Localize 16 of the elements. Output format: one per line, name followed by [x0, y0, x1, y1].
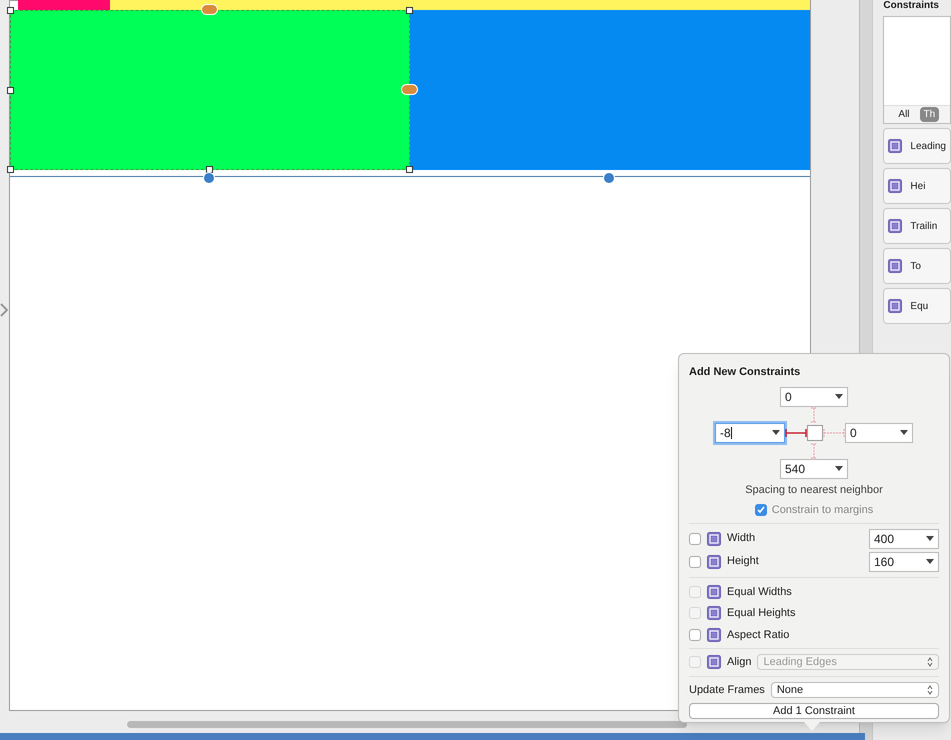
constraint-label: Aspect Ratio: [727, 628, 790, 642]
constraint-label: Trailin: [910, 220, 938, 234]
constraint-label: Leading: [910, 140, 946, 154]
constraint-label: Equal Heights: [727, 606, 796, 621]
constraint-label: Hei: [910, 180, 926, 194]
constraint-label: To: [910, 260, 921, 274]
constraint-label: Equal Widths: [727, 584, 792, 600]
section-title: Constraints: [883, 0, 940, 12]
constraint-label: Equ: [910, 300, 928, 314]
constraint-label: Height: [727, 554, 760, 570]
constraint-label: Width: [727, 531, 756, 546]
spacing-caption: Spacing to nearest neighbor: [745, 482, 883, 498]
popover-title: Add New Constraints: [689, 365, 802, 380]
constraint-label: Align: [727, 655, 752, 670]
checkbox-label: Constrain to margins: [772, 503, 874, 518]
update-frames-label: Update Frames: [689, 682, 765, 698]
